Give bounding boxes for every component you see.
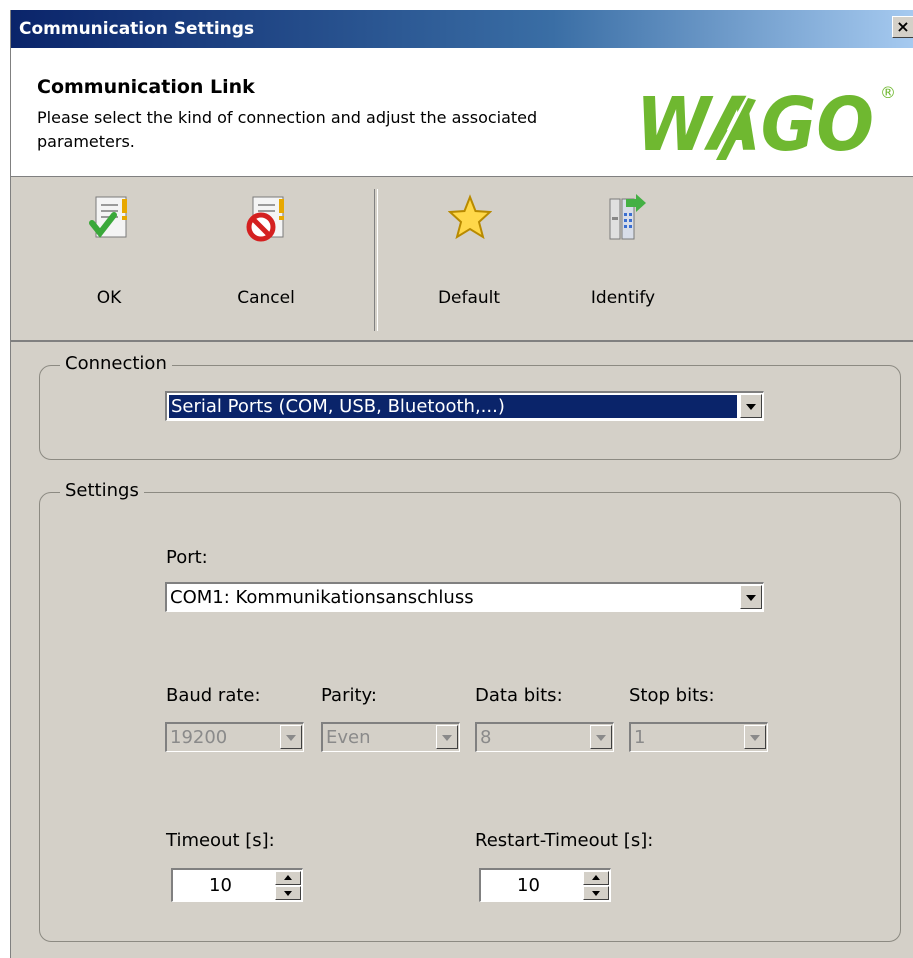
dialog-header: Communication Link Please select the kin… [11,48,913,177]
toolbar: OK Cancel Default Identify [11,177,913,342]
header-description: Please select the kind of connection and… [37,108,538,151]
connection-group-title: Connection [60,353,172,374]
spin-down-icon[interactable] [583,886,609,900]
ok-label: OK [96,288,122,308]
timeout-spin-buttons [275,871,301,900]
data-bits-select: 8 [475,722,614,752]
parity-value: Even [326,727,371,748]
restart-timeout-value[interactable]: 10 [481,875,576,896]
chevron-down-icon [590,725,612,749]
default-button[interactable]: Default [404,185,534,325]
spin-up-icon[interactable] [583,871,609,885]
port-label: Port: [166,547,208,568]
header-title: Communication Link [37,76,255,98]
settings-group-title: Settings [60,480,144,501]
registered-mark: ® [880,83,894,102]
chevron-down-icon [436,725,458,749]
spin-up-icon[interactable] [275,871,301,885]
stop-bits-select: 1 [629,722,768,752]
title-bar: Communication Settings × [11,10,913,48]
chevron-down-icon [280,725,302,749]
cancel-label: Cancel [237,288,295,308]
timeout-label: Timeout [s]: [166,830,275,851]
identify-label: Identify [590,288,656,308]
connection-group: Connection Serial Ports (COM, USB, Bluet… [39,353,901,460]
connection-value: Serial Ports (COM, USB, Bluetooth,...) [171,396,505,417]
identify-button[interactable]: Identify [558,185,688,325]
data-bits-value: 8 [480,727,492,748]
star-icon [448,194,492,240]
baud-rate-label: Baud rate: [166,685,261,706]
wago-logo: WAGO ® [636,82,894,168]
connection-select[interactable]: Serial Ports (COM, USB, Bluetooth,...) [165,391,764,421]
data-bits-label: Data bits: [475,685,563,706]
close-icon: × [896,17,910,36]
restart-timeout-label: Restart-Timeout [s]: [475,830,654,851]
toolbar-separator [374,189,378,331]
stop-bits-value: 1 [634,727,646,748]
port-value: COM1: Kommunikationsanschluss [170,587,474,608]
close-button[interactable]: × [892,16,913,38]
communication-settings-dialog: Communication Settings × Communication L… [10,10,913,958]
restart-timeout-spin-buttons [583,871,609,900]
stop-bits-label: Stop bits: [629,685,715,706]
ok-check-icon [89,196,127,238]
baud-rate-value: 19200 [170,727,228,748]
baud-rate-select: 19200 [165,722,304,752]
ok-button[interactable]: OK [44,185,174,325]
restart-timeout-spinner[interactable]: 10 [479,868,611,902]
cancel-icon [246,196,284,242]
identify-icon [609,194,646,240]
timeout-spinner[interactable]: 10 [171,868,303,902]
port-select[interactable]: COM1: Kommunikationsanschluss [165,582,764,612]
cancel-button[interactable]: Cancel [201,185,331,325]
chevron-down-icon [744,725,766,749]
chevron-down-icon[interactable] [740,394,762,418]
settings-group: Settings Port: COM1: Kommunikationsansch… [39,480,901,942]
chevron-down-icon[interactable] [740,585,762,609]
window-title: Communication Settings [19,19,255,39]
timeout-value[interactable]: 10 [173,875,268,896]
parity-select: Even [321,722,460,752]
spin-down-icon[interactable] [275,886,301,900]
connection-selection-highlight: Serial Ports (COM, USB, Bluetooth,...) [169,395,737,418]
parity-label: Parity: [321,685,377,706]
default-label: Default [437,288,501,308]
